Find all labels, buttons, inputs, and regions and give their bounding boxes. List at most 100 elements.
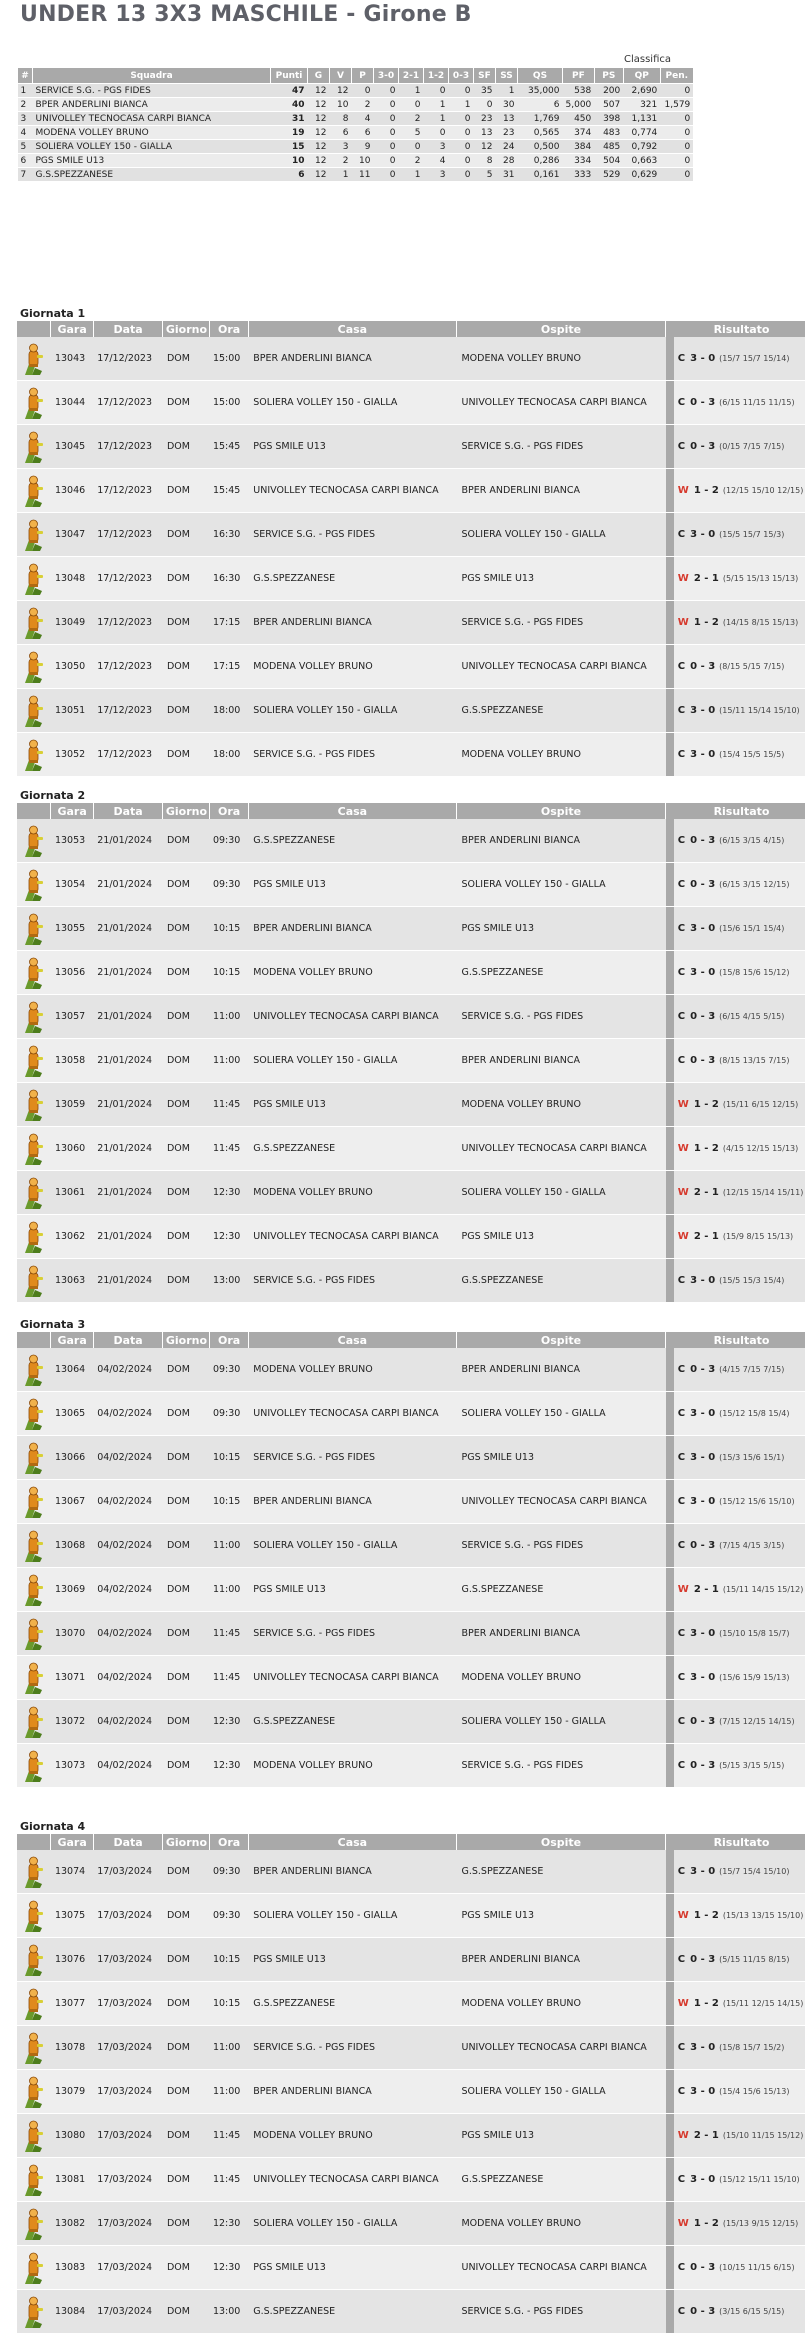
game-row[interactable]: 13065 04/02/2024 DOM 09:30 UNIVOLLEY TECNOCA… xyxy=(17,1391,805,1436)
col-ss[interactable]: SS xyxy=(495,67,518,84)
match-icon-cell[interactable] xyxy=(17,2201,51,2246)
match-icon-cell[interactable] xyxy=(17,337,51,381)
col-risultato[interactable]: Risultato xyxy=(665,321,805,337)
match-icon-cell[interactable] xyxy=(17,2069,51,2114)
match-icon-cell[interactable] xyxy=(17,950,51,995)
game-row[interactable]: 13068 04/02/2024 DOM 11:00 SOLIERA VOLLEY 15… xyxy=(17,1523,805,1568)
match-icon-cell[interactable] xyxy=(17,1435,51,1480)
col-giorno[interactable]: Giorno xyxy=(162,803,210,819)
col-ospite[interactable]: Ospite xyxy=(455,1332,666,1348)
referee-whistle-figure-icon[interactable] xyxy=(23,868,45,902)
col-qs[interactable]: QS xyxy=(517,67,563,84)
col-punti[interactable]: Punti xyxy=(270,67,308,84)
referee-whistle-figure-icon[interactable] xyxy=(23,2075,45,2109)
match-icon-cell[interactable] xyxy=(17,1937,51,1982)
referee-whistle-figure-icon[interactable] xyxy=(23,650,45,684)
col-12[interactable]: 1-2 xyxy=(423,67,449,84)
match-icon-cell[interactable] xyxy=(17,2025,51,2070)
game-row[interactable]: 13060 21/01/2024 DOM 11:45 G.S.SPEZZANESE UNI… xyxy=(17,1126,805,1171)
col-casa[interactable]: Casa xyxy=(247,1332,457,1348)
col-p[interactable]: P xyxy=(351,67,374,84)
referee-whistle-figure-icon[interactable] xyxy=(23,738,45,772)
game-row[interactable]: 13077 17/03/2024 DOM 10:15 G.S.SPEZZANESE MOD… xyxy=(17,1981,805,2026)
referee-whistle-figure-icon[interactable] xyxy=(23,1397,45,1431)
game-row[interactable]: 13048 17/12/2023 DOM 16:30 G.S.SPEZZANESE PGS… xyxy=(17,556,805,601)
col-rank[interactable]: # xyxy=(17,67,33,84)
game-row[interactable]: 13055 21/01/2024 DOM 10:15 BPER ANDERLINI BI… xyxy=(17,906,805,951)
referee-whistle-figure-icon[interactable] xyxy=(23,1705,45,1739)
col-giorno[interactable]: Giorno xyxy=(162,1834,210,1850)
referee-whistle-figure-icon[interactable] xyxy=(23,342,45,376)
game-row[interactable]: 13082 17/03/2024 DOM 12:30 SOLIERA VOLLEY 15… xyxy=(17,2201,805,2246)
match-icon-cell[interactable] xyxy=(17,600,51,645)
match-icon-cell[interactable] xyxy=(17,1126,51,1171)
match-icon-cell[interactable] xyxy=(17,1567,51,1612)
referee-whistle-figure-icon[interactable] xyxy=(23,1132,45,1166)
match-icon-cell[interactable] xyxy=(17,512,51,557)
match-icon-cell[interactable] xyxy=(17,1082,51,1127)
match-icon-cell[interactable] xyxy=(17,1258,51,1303)
col-ospite[interactable]: Ospite xyxy=(455,321,666,337)
referee-whistle-figure-icon[interactable] xyxy=(23,1000,45,1034)
referee-whistle-figure-icon[interactable] xyxy=(23,1044,45,1078)
game-row[interactable]: 13043 17/12/2023 DOM 15:00 BPER ANDERLINI BI… xyxy=(17,337,805,381)
game-row[interactable]: 13073 04/02/2024 DOM 12:30 MODENA VOLLEY BRU… xyxy=(17,1743,805,1788)
col-casa[interactable]: Casa xyxy=(247,1834,457,1850)
col-risultato[interactable]: Risultato xyxy=(665,1332,805,1348)
match-icon-cell[interactable] xyxy=(17,688,51,733)
game-row[interactable]: 13061 21/01/2024 DOM 12:30 MODENA VOLLEY BRU… xyxy=(17,1170,805,1215)
referee-whistle-figure-icon[interactable] xyxy=(23,1573,45,1607)
referee-whistle-figure-icon[interactable] xyxy=(23,562,45,596)
col-v[interactable]: V xyxy=(329,67,352,84)
referee-whistle-figure-icon[interactable] xyxy=(23,912,45,946)
col-ora[interactable]: Ora xyxy=(209,1332,249,1348)
referee-whistle-figure-icon[interactable] xyxy=(23,518,45,552)
match-icon-cell[interactable] xyxy=(17,1981,51,2026)
col-sf[interactable]: SF xyxy=(473,67,496,84)
game-row[interactable]: 13050 17/12/2023 DOM 17:15 MODENA VOLLEY BRU… xyxy=(17,644,805,689)
referee-whistle-figure-icon[interactable] xyxy=(23,2207,45,2241)
match-icon-cell[interactable] xyxy=(17,1170,51,1215)
game-row[interactable]: 13059 21/01/2024 DOM 11:45 PGS SMILE U13 MODE… xyxy=(17,1082,805,1127)
referee-whistle-figure-icon[interactable] xyxy=(23,430,45,464)
col-pf[interactable]: PF xyxy=(562,67,595,84)
game-row[interactable]: 13075 17/03/2024 DOM 09:30 SOLIERA VOLLEY 15… xyxy=(17,1893,805,1938)
col-gara[interactable]: Gara xyxy=(50,321,94,337)
game-row[interactable]: 13071 04/02/2024 DOM 11:45 UNIVOLLEY TECNOCA… xyxy=(17,1655,805,1700)
col-casa[interactable]: Casa xyxy=(247,321,457,337)
game-row[interactable]: 13072 04/02/2024 DOM 12:30 G.S.SPEZZANESE SOL… xyxy=(17,1699,805,1744)
game-row[interactable]: 13083 17/03/2024 DOM 12:30 PGS SMILE U13 UNIV… xyxy=(17,2245,805,2290)
col-21[interactable]: 2-1 xyxy=(398,67,424,84)
match-icon-cell[interactable] xyxy=(17,1348,51,1392)
col-ora[interactable]: Ora xyxy=(209,321,249,337)
col-squadra[interactable]: Squadra xyxy=(32,67,271,84)
col-ps[interactable]: PS xyxy=(593,67,624,84)
referee-whistle-figure-icon[interactable] xyxy=(23,1529,45,1563)
match-icon-cell[interactable] xyxy=(17,380,51,425)
game-row[interactable]: 13070 04/02/2024 DOM 11:45 SERVICE S.G. - PG… xyxy=(17,1611,805,1656)
referee-whistle-figure-icon[interactable] xyxy=(23,606,45,640)
game-row[interactable]: 13079 17/03/2024 DOM 11:00 BPER ANDERLINI BI… xyxy=(17,2069,805,2114)
game-row[interactable]: 13062 21/01/2024 DOM 12:30 UNIVOLLEY TECNOCA… xyxy=(17,1214,805,1259)
game-row[interactable]: 13084 17/03/2024 DOM 13:00 G.S.SPEZZANESE SER… xyxy=(17,2289,805,2334)
col-gara[interactable]: Gara xyxy=(50,1332,94,1348)
referee-whistle-figure-icon[interactable] xyxy=(23,1264,45,1298)
game-row[interactable]: 13064 04/02/2024 DOM 09:30 MODENA VOLLEY BRU… xyxy=(17,1348,805,1392)
col-giorno[interactable]: Giorno xyxy=(162,1332,210,1348)
col-qp[interactable]: QP xyxy=(622,67,661,84)
game-row[interactable]: 13074 17/03/2024 DOM 09:30 BPER ANDERLINI BI… xyxy=(17,1850,805,1894)
referee-whistle-figure-icon[interactable] xyxy=(23,1220,45,1254)
referee-whistle-figure-icon[interactable] xyxy=(23,2163,45,2197)
game-row[interactable]: 13078 17/03/2024 DOM 11:00 SERVICE S.G. - PG… xyxy=(17,2025,805,2070)
col-03[interactable]: 0-3 xyxy=(448,67,474,84)
match-icon-cell[interactable] xyxy=(17,1611,51,1656)
match-icon-cell[interactable] xyxy=(17,994,51,1039)
match-icon-cell[interactable] xyxy=(17,819,51,863)
col-casa[interactable]: Casa xyxy=(247,803,457,819)
col-data[interactable]: Data xyxy=(92,1834,163,1850)
referee-whistle-figure-icon[interactable] xyxy=(23,2031,45,2065)
match-icon-cell[interactable] xyxy=(17,732,51,777)
referee-whistle-figure-icon[interactable] xyxy=(23,1353,45,1387)
match-icon-cell[interactable] xyxy=(17,1391,51,1436)
match-icon-cell[interactable] xyxy=(17,1743,51,1788)
